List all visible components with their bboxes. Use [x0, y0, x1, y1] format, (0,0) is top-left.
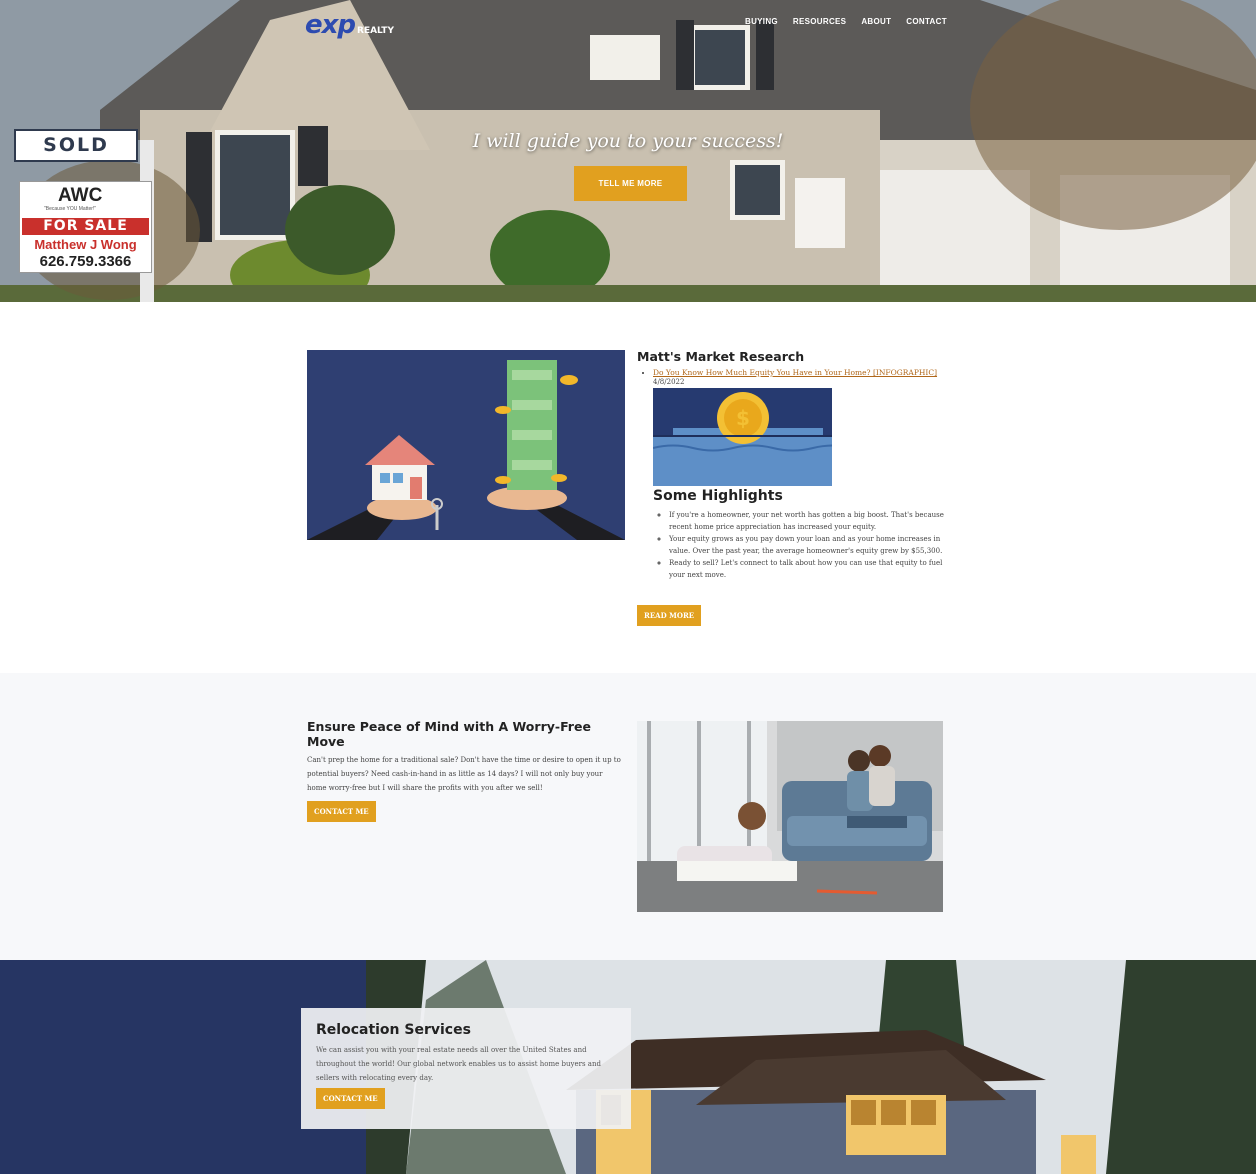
logo-text: exp — [305, 10, 356, 40]
worry-free-title: Ensure Peace of Mind with A Worry-Free M… — [307, 719, 591, 749]
post-list: Do You Know How Much Equity You Have in … — [653, 368, 957, 486]
sign-brand: AWC — [58, 185, 103, 206]
site-logo[interactable]: exp REALTY — [305, 10, 394, 40]
main-nav: BUYING RESOURCES ABOUT CONTACT — [745, 17, 962, 26]
piggy-bank-coin-illustration: $ — [653, 388, 832, 486]
hero-title: I will guide you to your success! — [472, 130, 784, 152]
house-and-money-illustration — [307, 350, 625, 540]
relocation-contact-button[interactable]: CONTACT ME — [316, 1088, 385, 1109]
contact-me-button[interactable]: CONTACT ME — [307, 801, 376, 822]
worry-free-text: Can't prep the home for a traditional sa… — [307, 756, 621, 792]
highlight-item: Your equity grows as you pay down your l… — [669, 533, 957, 557]
nav-contact[interactable]: CONTACT — [906, 17, 947, 26]
highlights-title: Some Highlights — [653, 488, 783, 504]
read-more-button[interactable]: READ MORE — [637, 605, 702, 626]
tell-me-more-button[interactable]: TELL ME MORE — [574, 166, 687, 201]
sign-for-sale: FOR SALE — [22, 218, 149, 235]
post-date: 4/8/2022 — [653, 378, 685, 386]
market-research-title: Matt's Market Research — [637, 349, 805, 364]
equity-illustration — [307, 350, 625, 540]
relocation-text: We can assist you with your real estate … — [316, 1046, 601, 1082]
relocation-title: Relocation Services — [316, 1022, 471, 1038]
highlight-item: If you're a homeowner, your net worth ha… — [669, 509, 957, 533]
nav-resources[interactable]: RESOURCES — [793, 17, 846, 26]
sign-board: AWC "Because YOU Matter!" FOR SALE Matth… — [19, 181, 152, 273]
worry-free-panel: Ensure Peace of Mind with A Worry-Free M… — [307, 719, 622, 822]
highlights-list: If you're a homeowner, your net worth ha… — [669, 509, 957, 581]
hero-banner: SOLD AWC "Because YOU Matter!" FOR SALE … — [0, 0, 1256, 302]
highlight-item: Ready to sell? Let's connect to talk abo… — [669, 557, 957, 581]
svg-text:$: $ — [736, 406, 750, 430]
logo-subtext: REALTY — [357, 26, 394, 36]
post-thumbnail[interactable]: $ — [653, 388, 832, 486]
family-living-room-photo — [637, 721, 943, 912]
post-link[interactable]: Do You Know How Much Equity You Have in … — [653, 368, 937, 377]
sign-tagline: "Because YOU Matter!" — [44, 206, 97, 212]
sign-agent: Matthew J Wong — [34, 237, 137, 252]
family-photo — [637, 721, 943, 912]
nav-about[interactable]: ABOUT — [861, 17, 891, 26]
worry-free-section — [0, 673, 1256, 960]
nav-buying[interactable]: BUYING — [745, 17, 778, 26]
relocation-card: Relocation Services We can assist you wi… — [301, 1008, 631, 1129]
post-item: Do You Know How Much Equity You Have in … — [653, 368, 957, 486]
market-research-panel: Matt's Market Research Do You Know How M… — [637, 349, 957, 626]
sign-phone: 626.759.3366 — [39, 253, 132, 270]
